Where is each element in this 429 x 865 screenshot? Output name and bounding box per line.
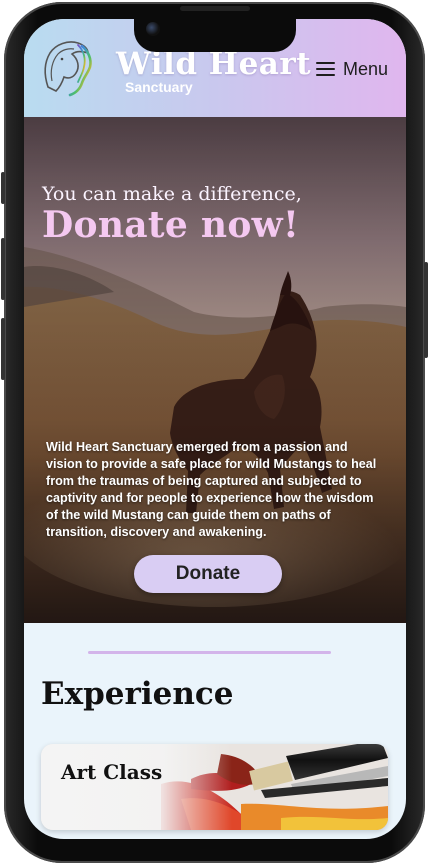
experience-heading: Experience [41,676,234,712]
menu-label: Menu [343,58,389,79]
front-camera [146,22,160,36]
card-title: Art Class [61,760,163,784]
hero-description: Wild Heart Sanctuary emerged from a pass… [46,440,377,539]
hero-tagline: You can make a difference, [42,183,302,205]
brand-name[interactable]: Wild Heart [116,49,311,80]
volume-down-button [1,318,5,380]
hero-title: Donate now! [42,204,300,246]
paintbrush-photo [41,744,388,830]
hero-section: You can make a difference, Donate now! W… [24,117,406,623]
screen: Wild Heart Sanctuary Menu You can make a… [24,19,406,839]
power-button [424,262,428,358]
menu-button[interactable]: Menu [316,56,388,82]
experience-card-art-class[interactable]: Art Class [41,744,388,830]
horse-head-logo-icon[interactable] [38,37,96,97]
speaker-grille [180,6,250,11]
volume-up-button [1,238,5,300]
mute-switch [1,172,5,204]
section-divider [88,651,331,654]
brand-subtitle: Sanctuary [125,79,193,95]
donate-button[interactable]: Donate [134,555,282,593]
hamburger-icon[interactable] [316,62,335,76]
